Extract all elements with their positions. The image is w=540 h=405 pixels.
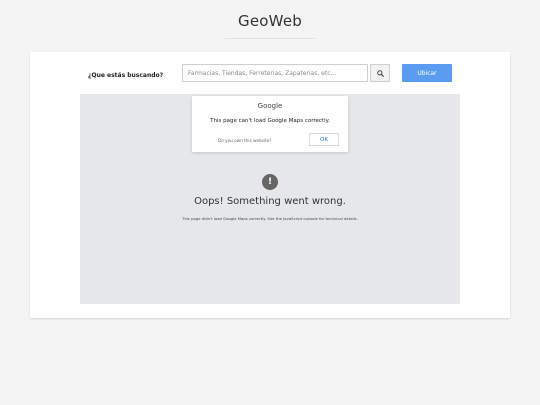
map-error-dialog: Google This page can't load Google Maps … <box>192 96 348 152</box>
search-button[interactable] <box>370 64 390 82</box>
search-input[interactable] <box>182 64 368 82</box>
error-icon: ! <box>262 174 278 190</box>
dialog-brand: Google <box>257 102 283 110</box>
dialog-message: This page can't load Google Maps correct… <box>210 118 330 124</box>
search-label: ¿Que estás buscando? <box>88 72 164 79</box>
dialog-question-link[interactable]: Do you own this website? <box>218 138 272 143</box>
dialog-ok-button[interactable]: OK <box>309 133 339 146</box>
search-card: ¿Que estás buscando? Ubicar Google This … <box>30 52 510 318</box>
site-title: GeoWeb <box>238 12 302 30</box>
title-underline <box>225 38 315 39</box>
search-icon <box>376 69 384 77</box>
error-detail: This page didn't load Google Maps correc… <box>182 216 358 221</box>
locate-button[interactable]: Ubicar <box>402 64 452 82</box>
map-area[interactable]: Google This page can't load Google Maps … <box>80 94 460 304</box>
error-title: Oops! Something went wrong. <box>194 196 346 207</box>
